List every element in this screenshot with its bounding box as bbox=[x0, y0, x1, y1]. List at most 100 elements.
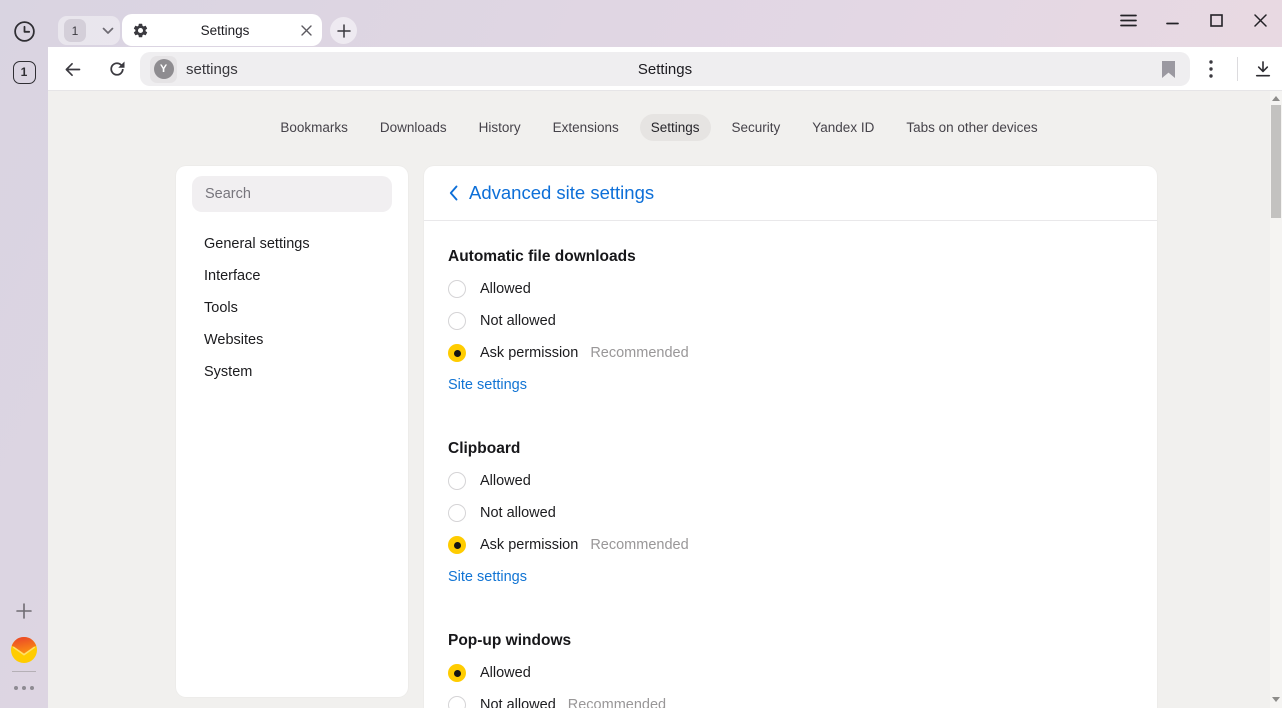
minimize-icon bbox=[1166, 14, 1179, 27]
radio-option-ask-permission[interactable]: Ask permission Recommended bbox=[448, 529, 1133, 561]
radio-option-not-allowed[interactable]: Not allowed bbox=[448, 305, 1133, 337]
reload-button[interactable] bbox=[102, 54, 132, 84]
nav-tab-extensions[interactable]: Extensions bbox=[542, 114, 630, 141]
radio-option-not-allowed[interactable]: Not allowed bbox=[448, 497, 1133, 529]
sidebar-item-interface[interactable]: Interface bbox=[176, 260, 408, 292]
radio-option-allowed[interactable]: Allowed bbox=[448, 273, 1133, 305]
sidebar-item-general-settings[interactable]: General settings bbox=[176, 228, 408, 260]
scrollbar[interactable] bbox=[1270, 91, 1282, 708]
more-dots-icon bbox=[14, 686, 18, 690]
back-button[interactable] bbox=[57, 54, 87, 84]
nav-tab-settings[interactable]: Settings bbox=[640, 114, 711, 141]
radio-selected-icon[interactable] bbox=[448, 536, 466, 554]
sidebar-item-tools[interactable]: Tools bbox=[176, 292, 408, 324]
recommended-note: Recommended bbox=[568, 697, 666, 708]
section-clipboard: Clipboard Allowed Not allowed Ask permis… bbox=[448, 433, 1133, 593]
radio-selected-icon[interactable] bbox=[448, 664, 466, 682]
back-arrow-icon bbox=[62, 59, 83, 80]
section-title: Clipboard bbox=[448, 433, 1133, 465]
browser-window: 1 bbox=[0, 0, 1282, 708]
section-popup-windows: Pop-up windows Allowed Not allowed Recom… bbox=[448, 625, 1133, 708]
sidebar-item-system[interactable]: System bbox=[176, 356, 408, 388]
address-url-text: settings bbox=[186, 61, 238, 78]
link-row: Site settings bbox=[448, 369, 1133, 401]
toolbar: Y settings Settings bbox=[48, 47, 1282, 91]
site-settings-link[interactable]: Site settings bbox=[448, 569, 527, 585]
scroll-down-arrow[interactable] bbox=[1272, 697, 1280, 703]
left-rail: 1 bbox=[0, 0, 48, 708]
site-settings-link[interactable]: Site settings bbox=[448, 377, 527, 393]
section-spacer bbox=[448, 401, 1133, 433]
new-tab-button[interactable] bbox=[330, 17, 357, 44]
tab-group-count-badge: 1 bbox=[64, 19, 86, 42]
downloads-button[interactable] bbox=[1248, 54, 1278, 84]
radio-unselected-icon[interactable] bbox=[448, 280, 466, 298]
gear-icon bbox=[132, 22, 149, 39]
section-title: Automatic file downloads bbox=[448, 241, 1133, 273]
nav-tab-history[interactable]: History bbox=[468, 114, 532, 141]
close-icon bbox=[1254, 14, 1267, 27]
nav-tab-yandex-id[interactable]: Yandex ID bbox=[801, 114, 885, 141]
bookmark-button[interactable] bbox=[1154, 55, 1182, 83]
maximize-icon bbox=[1210, 14, 1223, 27]
recommended-note: Recommended bbox=[590, 345, 688, 361]
radio-option-not-allowed[interactable]: Not allowed Recommended bbox=[448, 689, 1133, 708]
page-title: Advanced site settings bbox=[469, 182, 654, 204]
nav-tab-downloads[interactable]: Downloads bbox=[369, 114, 458, 141]
radio-label: Allowed bbox=[480, 665, 531, 681]
mail-icon bbox=[10, 636, 38, 664]
advanced-site-settings-header[interactable]: Advanced site settings bbox=[424, 166, 1157, 221]
bookmark-icon bbox=[1161, 60, 1176, 79]
recommended-note: Recommended bbox=[590, 537, 688, 553]
plus-icon bbox=[14, 601, 34, 621]
tab-close-button[interactable] bbox=[301, 25, 312, 36]
radio-label: Ask permission bbox=[480, 537, 578, 553]
toolbar-more-button[interactable] bbox=[1196, 54, 1226, 84]
radio-option-ask-permission[interactable]: Ask permission Recommended bbox=[448, 337, 1133, 369]
nav-tab-other-devices[interactable]: Tabs on other devices bbox=[895, 114, 1048, 141]
kebab-menu-icon bbox=[1209, 60, 1213, 78]
nav-tab-security[interactable]: Security bbox=[721, 114, 792, 141]
section-automatic-file-downloads: Automatic file downloads Allowed Not all… bbox=[448, 241, 1133, 401]
site-favicon: Y bbox=[150, 56, 177, 83]
radio-option-allowed[interactable]: Allowed bbox=[448, 465, 1133, 497]
rail-new-tab-button[interactable] bbox=[0, 598, 48, 624]
tab-group-selector[interactable]: 1 bbox=[58, 16, 120, 45]
radio-unselected-icon[interactable] bbox=[448, 696, 466, 708]
radio-label: Not allowed bbox=[480, 313, 556, 329]
radio-label: Not allowed bbox=[480, 505, 556, 521]
active-tab[interactable]: Settings bbox=[122, 14, 322, 46]
plus-icon bbox=[337, 24, 351, 38]
close-window-button[interactable] bbox=[1238, 0, 1282, 40]
chevron-left-icon bbox=[449, 185, 458, 201]
tab-count-button[interactable]: 1 bbox=[0, 59, 48, 85]
clock-icon bbox=[12, 19, 37, 44]
tab-count-badge: 1 bbox=[13, 61, 36, 84]
yandex-mail-button[interactable] bbox=[0, 635, 48, 665]
page-title-centered: Settings bbox=[140, 61, 1190, 78]
radio-option-allowed[interactable]: Allowed bbox=[448, 657, 1133, 689]
link-row: Site settings bbox=[448, 561, 1133, 593]
sidebar-item-websites[interactable]: Websites bbox=[176, 324, 408, 356]
search-input[interactable] bbox=[192, 176, 392, 212]
sidebar-list: General settings Interface Tools Website… bbox=[176, 228, 408, 388]
window-controls bbox=[1106, 0, 1282, 40]
radio-label: Allowed bbox=[480, 281, 531, 297]
radio-unselected-icon[interactable] bbox=[448, 504, 466, 522]
radio-label: Not allowed bbox=[480, 697, 556, 708]
browser-menu-button[interactable] bbox=[1106, 0, 1150, 40]
scrollbar-thumb[interactable] bbox=[1271, 105, 1281, 218]
maximize-button[interactable] bbox=[1194, 0, 1238, 40]
radio-selected-icon[interactable] bbox=[448, 344, 466, 362]
rail-divider bbox=[12, 671, 36, 672]
minimize-button[interactable] bbox=[1150, 0, 1194, 40]
address-bar[interactable]: Y settings Settings bbox=[140, 52, 1190, 86]
scroll-up-arrow[interactable] bbox=[1272, 96, 1280, 102]
history-button[interactable] bbox=[0, 18, 48, 44]
rail-more-button[interactable] bbox=[0, 680, 48, 696]
radio-unselected-icon[interactable] bbox=[448, 472, 466, 490]
nav-tab-bookmarks[interactable]: Bookmarks bbox=[269, 114, 359, 141]
settings-nav-tabs: Bookmarks Downloads History Extensions S… bbox=[48, 113, 1270, 141]
radio-unselected-icon[interactable] bbox=[448, 312, 466, 330]
settings-panel: Advanced site settings Automatic file do… bbox=[424, 166, 1157, 708]
